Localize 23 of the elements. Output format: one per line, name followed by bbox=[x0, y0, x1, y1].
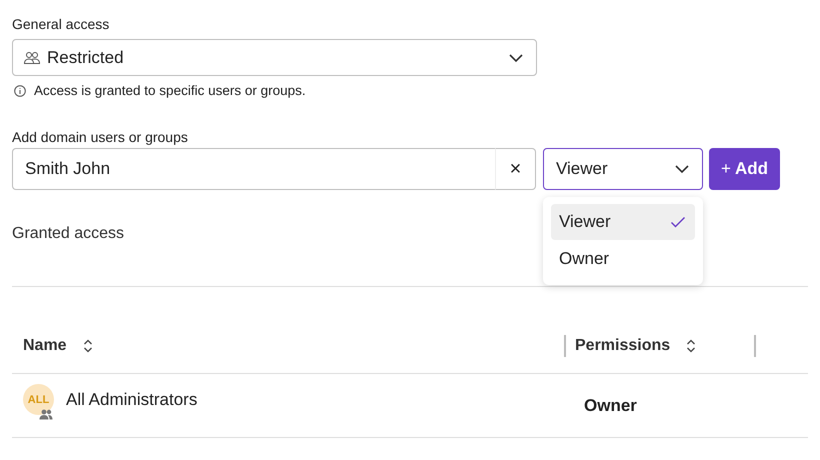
column-header[interactable]: Name bbox=[23, 337, 67, 355]
sort-icon[interactable] bbox=[82, 338, 93, 354]
access-select[interactable]: Restricted bbox=[12, 39, 537, 76]
table-cell: Owner bbox=[584, 396, 637, 416]
sort-icon[interactable] bbox=[686, 338, 696, 354]
info-icon bbox=[14, 84, 26, 96]
field-label: General access bbox=[12, 15, 110, 34]
chevron-down-icon bbox=[508, 52, 524, 62]
column-header[interactable]: Permissions bbox=[575, 337, 670, 355]
clear-button[interactable]: × bbox=[495, 148, 536, 190]
people-icon bbox=[23, 50, 41, 64]
menu-item[interactable]: Owner bbox=[551, 241, 695, 277]
field-label: Add domain users or groups bbox=[12, 128, 189, 147]
avatar: ALL bbox=[23, 384, 54, 415]
user-input-field[interactable]: Smith John bbox=[12, 148, 495, 190]
role-select[interactable]: Viewer bbox=[543, 148, 703, 190]
helper-text: Access is granted to specific users or groups. bbox=[34, 83, 306, 98]
table-cell-text: All Administrators bbox=[66, 390, 198, 411]
check-icon bbox=[670, 216, 686, 228]
section-title: Granted access bbox=[12, 225, 126, 243]
menu-item[interactable]: Viewer bbox=[551, 204, 695, 240]
add-button[interactable]: + Add bbox=[709, 148, 780, 190]
chevron-down-icon bbox=[674, 164, 690, 174]
